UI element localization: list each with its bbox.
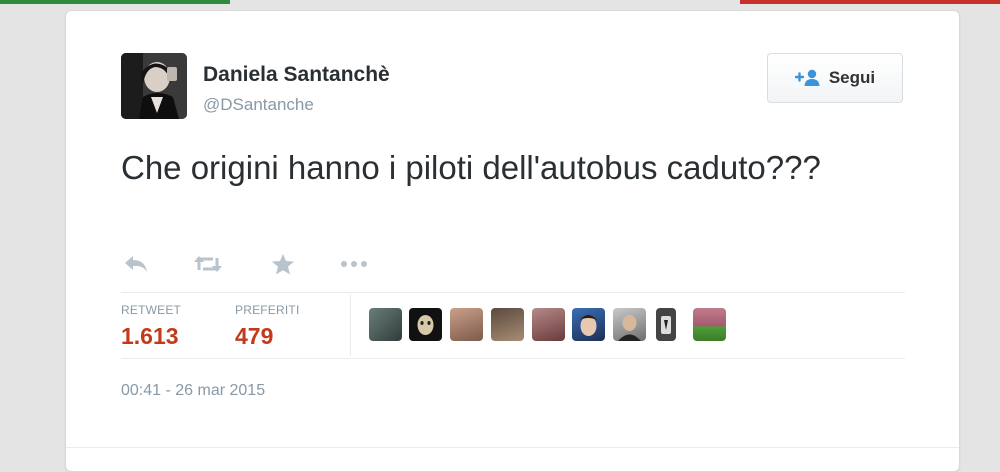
- favoriter-avatar[interactable]: [409, 308, 442, 341]
- flag-green-strip: [0, 0, 230, 4]
- favoriter-avatar[interactable]: [369, 308, 402, 341]
- favoriter-avatar[interactable]: [450, 308, 483, 341]
- retweet-stat-value: 1.613: [121, 323, 179, 349]
- follow-button[interactable]: Segui: [767, 53, 903, 103]
- favoriter-photo: [580, 315, 597, 336]
- author-handle[interactable]: @DSantanche: [203, 95, 314, 115]
- favoriter-avatar[interactable]: [656, 308, 676, 341]
- avatar-photo: [121, 53, 187, 119]
- stats-divider-top: [121, 292, 905, 293]
- favoriter-avatar[interactable]: [693, 308, 726, 341]
- favorite-stat-label: PREFERITI: [235, 303, 300, 317]
- reply-action[interactable]: [123, 251, 149, 277]
- retweet-action[interactable]: [193, 251, 223, 277]
- favoriter-photo: [417, 315, 434, 335]
- retweet-stat-label: RETWEET: [121, 303, 182, 317]
- author-name[interactable]: Daniela Santanchè: [203, 63, 390, 87]
- favoriter-photo: [618, 315, 641, 341]
- favoriter-photo: [661, 316, 671, 334]
- favorite-action[interactable]: [271, 251, 295, 277]
- favoriter-avatar[interactable]: [491, 308, 524, 341]
- favorite-stat[interactable]: PREFERITI 479: [235, 303, 299, 350]
- favoriter-avatar[interactable]: [572, 308, 605, 341]
- favorite-stat-value: 479: [235, 323, 274, 349]
- flag-red-strip: [740, 0, 1000, 4]
- tweet-card: Daniela Santanchè @DSantanche Segui Che …: [65, 10, 960, 472]
- stats-vertical-divider: [350, 294, 351, 356]
- card-footer-divider: [66, 447, 959, 448]
- tweet-text: Che origini hanno i piloti dell'autobus …: [121, 149, 821, 186]
- star-icon: [272, 254, 294, 275]
- tweet-timestamp[interactable]: 00:41 - 26 mar 2015: [121, 382, 265, 400]
- favoriter-avatar[interactable]: [613, 308, 646, 341]
- retweet-stat[interactable]: RETWEET 1.613: [121, 303, 181, 350]
- more-icon: [341, 261, 367, 267]
- follow-button-label: Segui: [828, 68, 876, 87]
- stats-divider-bottom: [121, 358, 905, 359]
- reply-icon: [125, 256, 147, 272]
- more-action[interactable]: [339, 251, 369, 277]
- add-user-icon: [794, 69, 820, 86]
- retweet-icon: [194, 256, 222, 272]
- author-avatar[interactable]: [121, 53, 187, 119]
- favoriter-avatar[interactable]: [532, 308, 565, 341]
